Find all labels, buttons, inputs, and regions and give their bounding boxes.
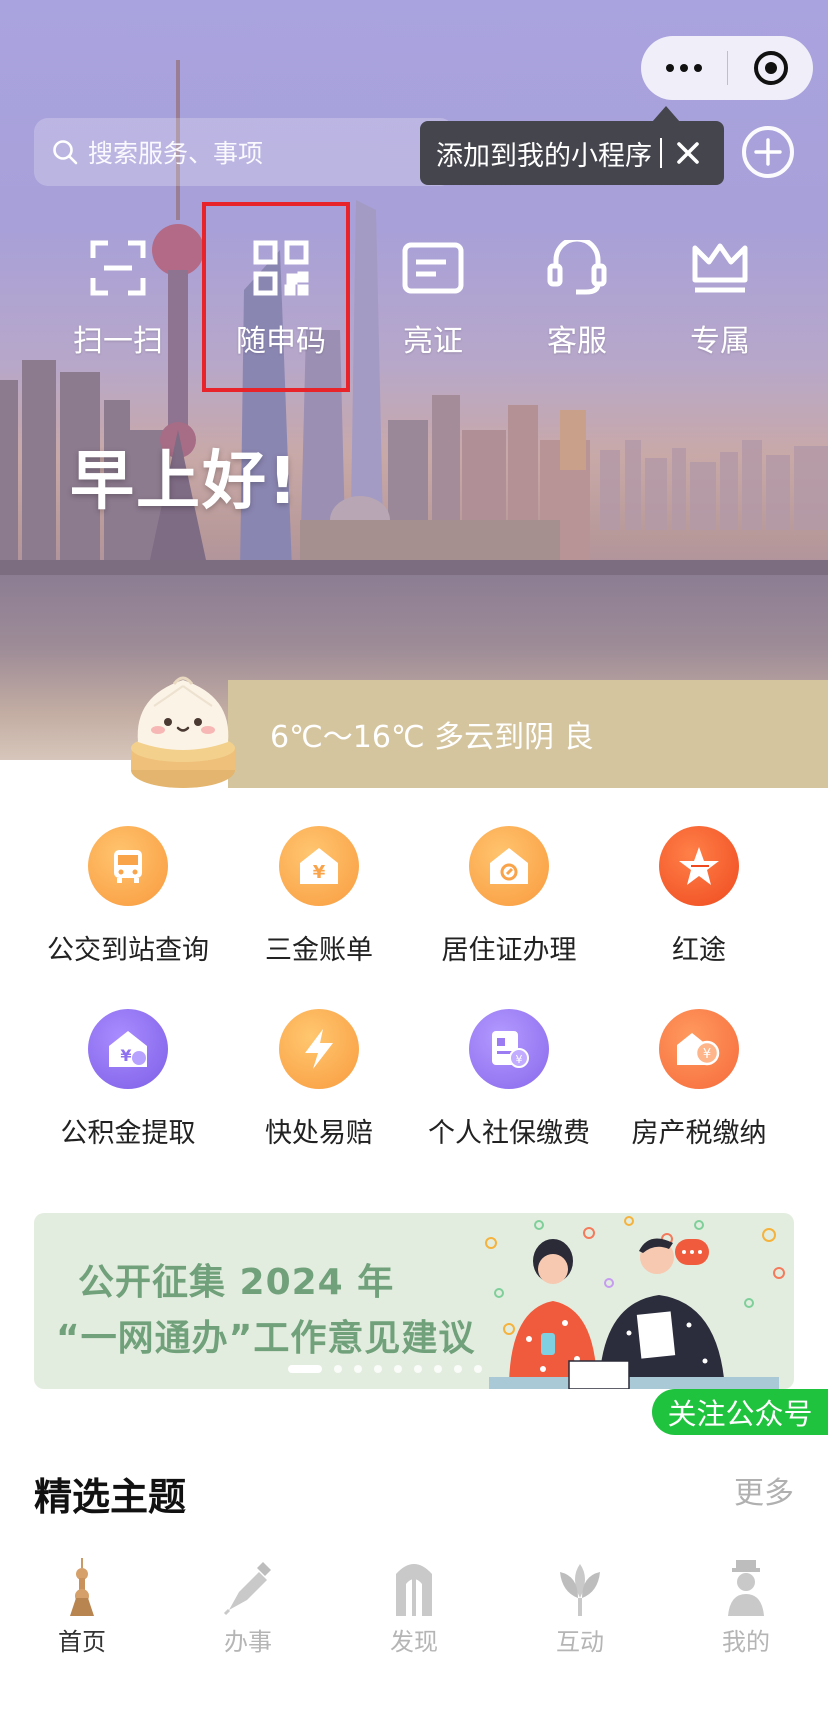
section-title: 精选主题 <box>34 1475 187 1519</box>
svg-text:¥: ¥ <box>703 1047 711 1062</box>
property-tax-icon: ¥ <box>659 1009 739 1089</box>
tooltip-arrow <box>652 106 680 122</box>
flower-icon <box>560 1564 600 1616</box>
tab-label: 我的 <box>722 1628 770 1656</box>
tooltip-divider <box>660 138 662 168</box>
tab-mine[interactable]: 我的 <box>686 1558 806 1657</box>
residence-icon <box>469 826 549 906</box>
tooltip-text: 添加到我的小程序 <box>436 140 652 172</box>
follow-official-account-button[interactable]: 关注公众号 <box>652 1389 828 1435</box>
service-hongtu[interactable]: 红途 <box>604 826 794 967</box>
scan-icon <box>90 240 146 296</box>
crown-icon <box>692 243 748 293</box>
service-three-funds-bill[interactable]: ¥ 三金账单 <box>224 826 414 967</box>
quick-action-scan[interactable]: 扫一扫 <box>43 240 193 360</box>
carousel-dot[interactable] <box>414 1365 422 1373</box>
quick-action-label: 客服 <box>547 324 607 359</box>
carousel-dot[interactable] <box>354 1365 362 1373</box>
tab-services[interactable]: 办事 <box>188 1558 308 1657</box>
pen-icon <box>223 1562 271 1616</box>
tab-discover[interactable]: 发现 <box>354 1558 474 1657</box>
service-property-tax[interactable]: ¥ 房产税缴纳 <box>604 1009 794 1150</box>
svg-text:¥: ¥ <box>516 1053 523 1066</box>
arch-icon <box>396 1564 432 1616</box>
bus-icon <box>88 826 168 906</box>
greeting-text: 早上好! <box>70 445 300 519</box>
quick-action-exclusive[interactable]: 专属 <box>645 240 795 360</box>
service-label: 个人社保缴费 <box>428 1118 590 1149</box>
fund-icon: ¥ <box>88 1009 168 1089</box>
add-icon[interactable] <box>742 126 794 178</box>
hero-banner <box>0 0 828 760</box>
service-label: 三金账单 <box>265 935 373 966</box>
carousel-dot[interactable] <box>374 1365 382 1373</box>
svg-text:¥: ¥ <box>313 862 326 883</box>
service-housing-fund[interactable]: ¥ 公积金提取 <box>33 1009 223 1150</box>
service-label: 快处易赔 <box>265 1118 373 1149</box>
service-label: 居住证办理 <box>441 935 577 966</box>
tab-home[interactable]: 首页 <box>22 1558 142 1657</box>
more-dots-icon[interactable] <box>641 36 727 100</box>
quick-action-id[interactable]: 亮证 <box>358 240 508 360</box>
target-circle-icon[interactable] <box>728 36 813 100</box>
tab-label: 办事 <box>224 1628 272 1656</box>
tab-label: 发现 <box>390 1628 438 1656</box>
search-input[interactable]: 搜索服务、事项 <box>34 118 454 186</box>
quick-action-label: 扫一扫 <box>73 324 163 359</box>
headset-icon <box>547 240 607 295</box>
social-security-icon: ¥ <box>469 1009 549 1089</box>
service-bus[interactable]: 公交到站查询 <box>33 826 223 967</box>
promo-banner[interactable]: 公开征集 2024 年 “一网通办”工作意见建议 <box>34 1213 794 1389</box>
service-quick-claim[interactable]: 快处易赔 <box>224 1009 414 1150</box>
carousel-dot[interactable] <box>434 1365 442 1373</box>
service-label: 红途 <box>672 935 726 966</box>
service-social-security[interactable]: ¥ 个人社保缴费 <box>414 1009 604 1150</box>
person-icon <box>728 1560 764 1616</box>
service-label: 房产税缴纳 <box>631 1118 767 1149</box>
service-residence-permit[interactable]: 居住证办理 <box>414 826 604 967</box>
svg-text:¥: ¥ <box>120 1046 131 1065</box>
lightning-icon <box>279 1009 359 1089</box>
id-card-icon <box>402 242 464 294</box>
service-label: 公交到站查询 <box>47 935 209 966</box>
people-illustration <box>485 1216 785 1389</box>
tab-label: 首页 <box>58 1628 106 1656</box>
tab-label: 互动 <box>556 1628 604 1656</box>
carousel-dot[interactable] <box>334 1365 342 1373</box>
service-label: 公积金提取 <box>60 1118 196 1149</box>
quick-action-label: 亮证 <box>403 324 463 359</box>
carousel-dot[interactable] <box>454 1365 462 1373</box>
bottom-tab-bar: 首页 办事 发现 互动 我的 <box>0 1540 828 1721</box>
star-icon <box>659 826 739 906</box>
more-link[interactable]: 更多 <box>734 1468 794 1512</box>
xiaolongbao-mascot-icon <box>131 676 235 788</box>
banner-title-line1: 公开征集 2024 年 <box>78 1262 395 1303</box>
tower-icon <box>70 1558 94 1616</box>
house-yen-icon: ¥ <box>279 826 359 906</box>
highlight-box <box>202 202 350 392</box>
quick-action-label: 专属 <box>690 324 750 359</box>
quick-action-customer-service[interactable]: 客服 <box>502 240 652 360</box>
mini-program-capsule <box>641 36 813 100</box>
tab-interact[interactable]: 互动 <box>520 1558 640 1657</box>
search-placeholder: 搜索服务、事项 <box>88 139 264 168</box>
banner-title-line2: “一网通办”工作意见建议 <box>56 1318 476 1359</box>
carousel-dot-active[interactable] <box>288 1365 322 1373</box>
carousel-dot[interactable] <box>474 1365 482 1373</box>
carousel-dot[interactable] <box>394 1365 402 1373</box>
close-icon[interactable] <box>672 137 704 169</box>
search-icon <box>53 140 78 165</box>
carousel-indicator[interactable] <box>288 1365 482 1373</box>
weather-text: 6℃～16℃ 多云到阴 良 <box>270 720 594 755</box>
add-to-my-miniprogram-tooltip: 添加到我的小程序 <box>420 121 724 185</box>
